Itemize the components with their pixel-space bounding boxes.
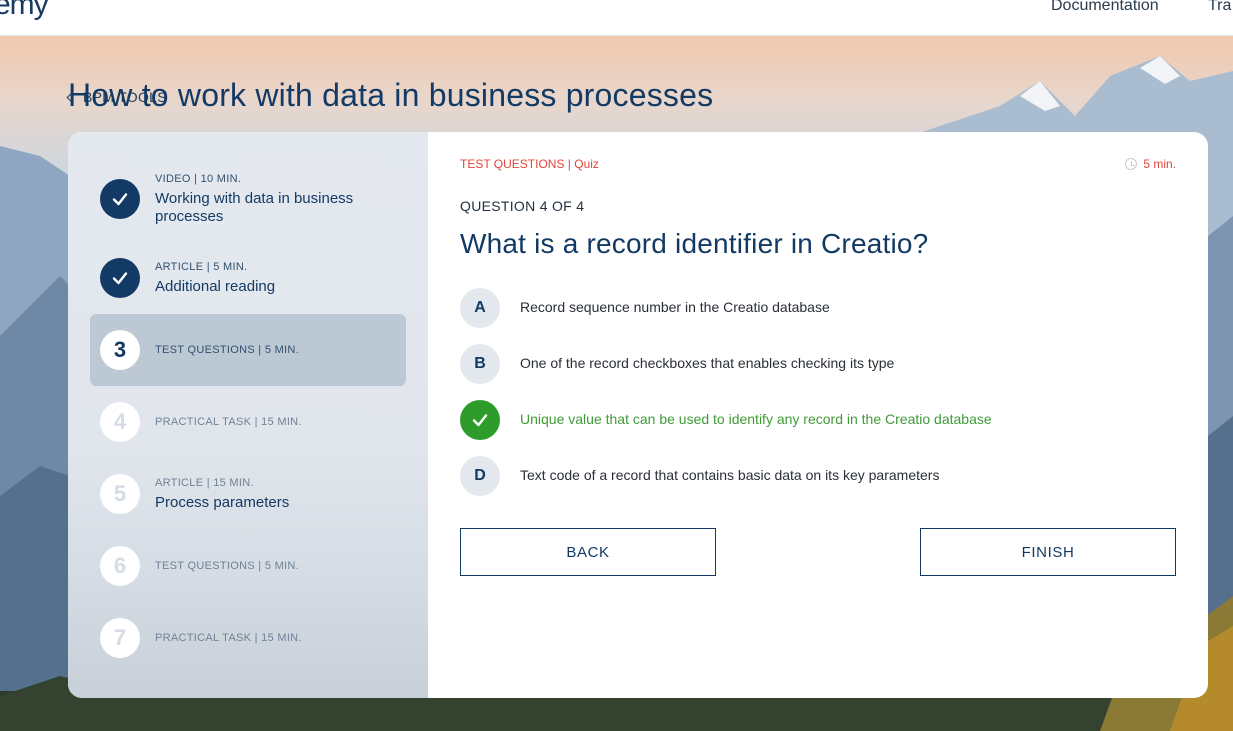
quiz-panel: TEST QUESTIONS | Quiz 5 min. QUESTION 4 … <box>428 132 1208 698</box>
step-meta: PRACTICAL TASK | 15 MIN. <box>155 632 302 644</box>
duration-text: 5 min. <box>1143 157 1176 171</box>
step-name: Additional reading <box>155 278 276 295</box>
step-meta: TEST QUESTIONS | 5 MIN. <box>155 560 300 572</box>
question-text: What is a record identifier in Creatio? <box>460 228 929 259</box>
quiz-duration: 5 min. <box>1125 157 1176 171</box>
option-letter-badge: D <box>460 456 500 496</box>
option-text: One of the record checkboxes that enable… <box>520 355 895 371</box>
step-1[interactable]: VIDEO | 10 MIN. Working with data in bus… <box>90 163 406 235</box>
step-2[interactable]: ARTICLE | 5 MIN. Additional reading <box>90 242 406 314</box>
step-done-badge <box>100 258 140 298</box>
step-meta: PRACTICAL TASK | 15 MIN. <box>155 416 302 428</box>
step-meta: ARTICLE | 5 MIN. <box>155 261 248 273</box>
answer-option-c[interactable]: Unique value that can be used to identif… <box>460 400 1180 440</box>
step-number-badge: 3 <box>100 330 140 370</box>
check-icon <box>112 193 128 206</box>
check-icon <box>472 414 488 427</box>
question-counter: QUESTION 4 OF 4 <box>460 198 585 214</box>
step-3[interactable]: 3 TEST QUESTIONS | 5 MIN. <box>90 314 406 386</box>
answer-option-d[interactable]: D Text code of a record that contains ba… <box>460 456 1180 496</box>
clock-icon <box>1125 158 1138 170</box>
quiz-type-label: TEST QUESTIONS | Quiz <box>460 157 599 171</box>
finish-button[interactable]: FINISH <box>920 528 1176 576</box>
step-number-badge: 5 <box>100 474 140 514</box>
nav-link-training[interactable]: Tra <box>1208 0 1231 15</box>
option-letter-badge: A <box>460 288 500 328</box>
option-text: Unique value that can be used to identif… <box>520 411 992 427</box>
step-meta: ARTICLE | 15 MIN. <box>155 477 254 489</box>
page-title: How to work with data in business proces… <box>68 77 714 113</box>
check-icon <box>112 272 128 285</box>
step-name: Process parameters <box>155 494 290 511</box>
answer-option-a[interactable]: A Record sequence number in the Creatio … <box>460 288 1180 328</box>
option-text: Record sequence number in the Creatio da… <box>520 299 830 315</box>
step-7[interactable]: 7 PRACTICAL TASK | 15 MIN. <box>90 602 406 674</box>
nav-link-documentation[interactable]: Documentation <box>1051 0 1159 15</box>
option-letter-badge: B <box>460 344 500 384</box>
top-navigation: emy Documentation Tra <box>0 0 1233 36</box>
option-text: Text code of a record that contains basi… <box>520 467 940 483</box>
site-logo[interactable]: emy <box>0 0 49 22</box>
step-4[interactable]: 4 PRACTICAL TASK | 15 MIN. <box>90 386 406 458</box>
correct-answer-badge <box>460 400 500 440</box>
lesson-steps-sidebar: VIDEO | 10 MIN. Working with data in bus… <box>68 132 428 698</box>
step-5[interactable]: 5 ARTICLE | 15 MIN. Process parameters <box>90 458 406 530</box>
step-number-badge: 7 <box>100 618 140 658</box>
step-number-badge: 6 <box>100 546 140 586</box>
step-number-badge: 4 <box>100 402 140 442</box>
step-done-badge <box>100 179 140 219</box>
step-name: Working with data in business processes <box>155 190 354 225</box>
lesson-card: VIDEO | 10 MIN. Working with data in bus… <box>68 132 1208 698</box>
step-6[interactable]: 6 TEST QUESTIONS | 5 MIN. <box>90 530 406 602</box>
step-meta: VIDEO | 10 MIN. <box>155 173 242 185</box>
back-button[interactable]: BACK <box>460 528 716 576</box>
answer-option-b[interactable]: B One of the record checkboxes that enab… <box>460 344 1180 384</box>
step-meta: TEST QUESTIONS | 5 MIN. <box>155 344 300 356</box>
